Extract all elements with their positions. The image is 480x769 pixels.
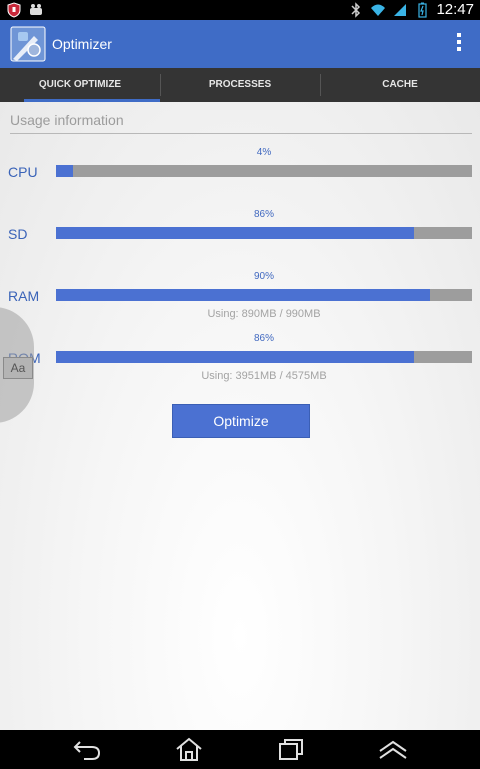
status-bar: 12:47 [0,0,480,20]
rom-usage-fill [56,351,414,363]
cpu-percent: 4% [256,147,272,158]
tab-bar: QUICK OPTIMIZE PROCESSES CACHE [0,68,480,102]
sd-percent: 86% [253,209,274,220]
cpu-usage-bar [56,165,472,177]
back-icon[interactable] [72,736,102,762]
shield-icon [7,2,21,18]
ram-usage-fill [56,289,431,301]
ram-percent: 90% [253,271,274,282]
ram-label: RAM [8,288,40,304]
optimize-button[interactable]: Optimize [172,404,310,438]
wifi-icon [371,4,386,16]
battery-icon [418,2,428,18]
font-size-icon[interactable]: Aa [3,357,33,379]
ram-usage-text: Using: 890MB / 990MB [207,308,321,320]
home-icon[interactable] [174,736,204,762]
bluetooth-icon [351,2,361,18]
sd-label: SD [8,226,28,242]
tab-cache[interactable]: CACHE [320,68,480,102]
action-bar: Optimizer [0,20,480,68]
overflow-menu-icon[interactable] [452,30,466,58]
app-title: Optimizer [52,36,112,52]
rom-percent: 86% [253,333,274,344]
menu-up-icon[interactable] [378,736,408,762]
signal-icon [394,4,407,16]
clock: 12:47 [436,1,474,18]
tab-processes[interactable]: PROCESSES [160,68,320,102]
tab-quick-optimize[interactable]: QUICK OPTIMIZE [0,68,160,102]
sd-usage-bar [56,227,472,239]
recent-apps-icon[interactable] [276,736,306,762]
ram-usage-bar [56,289,472,301]
rom-usage-bar [56,351,472,363]
cpu-label: CPU [8,164,38,180]
quick-optimize-panel: Usage information CPU 4% SD 86% RAM 90% … [0,102,480,730]
sd-usage-fill [56,227,414,239]
cpu-usage-fill [56,165,73,177]
android-icon [30,4,42,15]
navigation-bar [0,730,480,769]
rom-usage-text: Using: 3951MB / 4575MB [201,370,327,382]
section-header: Usage information [10,112,472,134]
optimizer-app-icon[interactable] [10,26,46,62]
